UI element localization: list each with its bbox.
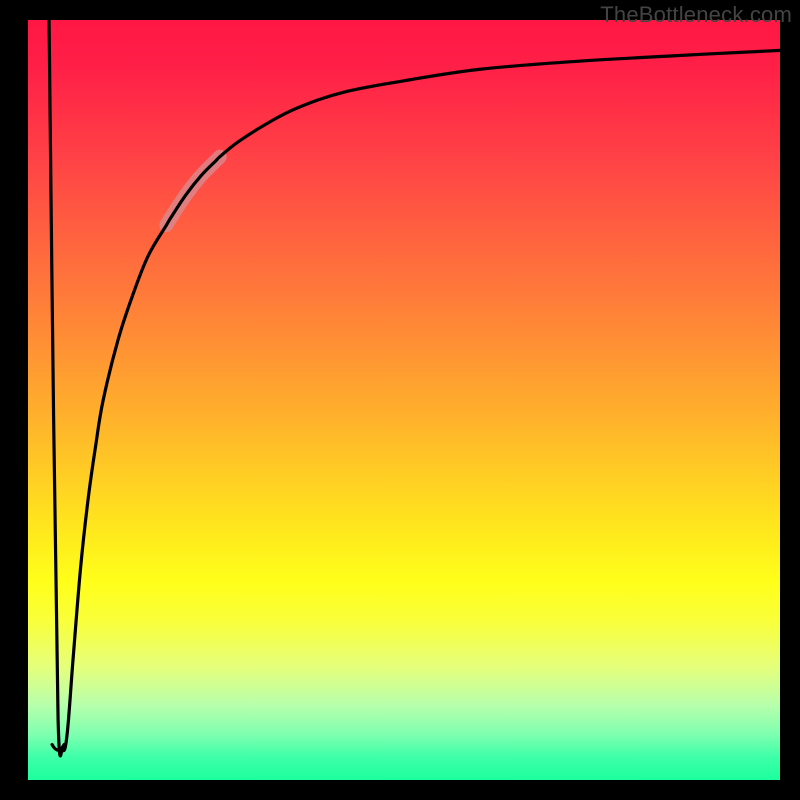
plot-area [28,20,780,780]
watermark-text: TheBottleneck.com [600,2,792,28]
bottleneck-curve [49,20,780,756]
chart-frame: TheBottleneck.com [0,0,800,800]
curve-layer [28,20,780,780]
